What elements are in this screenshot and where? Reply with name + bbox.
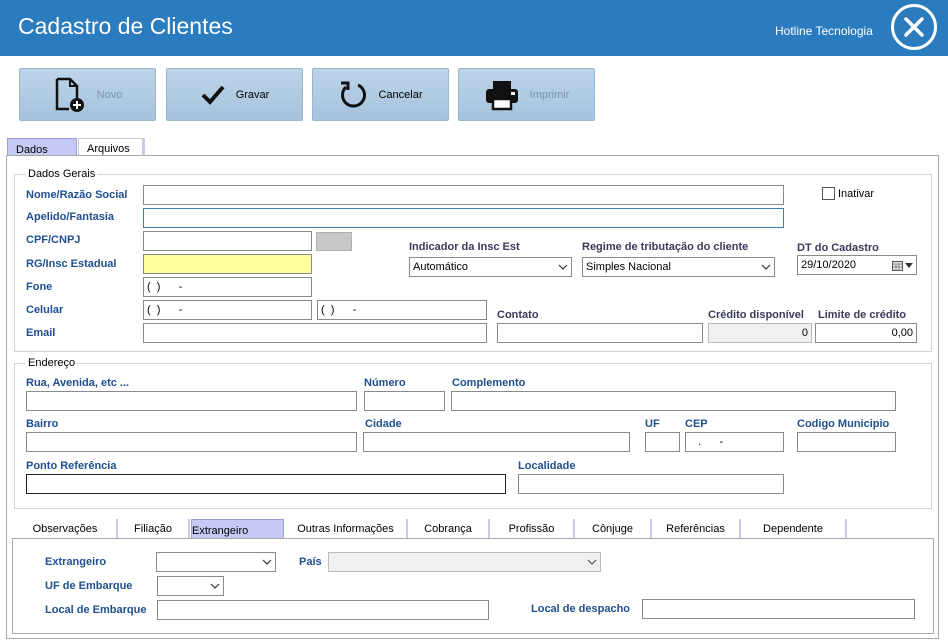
chevron-down-icon bbox=[210, 583, 220, 589]
indicador-label: Indicador da Insc Est bbox=[409, 241, 520, 253]
codmun-label: Codigo Municipio bbox=[797, 418, 890, 430]
referencia-input[interactable] bbox=[26, 474, 506, 494]
cep-label: CEP bbox=[685, 418, 708, 430]
new-document-icon bbox=[55, 77, 84, 112]
referencia-label: Ponto Referência bbox=[26, 460, 117, 472]
uf-embarque-select[interactable] bbox=[157, 576, 224, 596]
cpf-input[interactable] bbox=[143, 231, 312, 251]
tab-observacoes[interactable]: Observações bbox=[14, 519, 118, 538]
celular2-input[interactable]: ( ) - bbox=[317, 300, 487, 320]
limite-label: Limite de crédito bbox=[818, 309, 907, 321]
calendar-icon bbox=[892, 260, 903, 271]
local-embarque-input[interactable] bbox=[157, 600, 489, 620]
cidade-label: Cidade bbox=[365, 418, 402, 430]
regime-value: Simples Nacional bbox=[586, 261, 671, 273]
tab-conjuge[interactable]: Cônjuge bbox=[575, 519, 652, 538]
uf-embarque-label: UF de Embarque bbox=[45, 580, 133, 592]
regime-label: Regime de tributação do cliente bbox=[582, 241, 749, 253]
cancelar-label: Cancelar bbox=[378, 88, 423, 101]
indicador-value: Automático bbox=[413, 261, 469, 273]
dt-cadastro-picker[interactable]: 29/10/2020 bbox=[797, 255, 917, 275]
contato-label: Contato bbox=[497, 309, 539, 321]
imprimir-button[interactable]: Imprimir bbox=[458, 68, 595, 121]
chevron-down-icon bbox=[587, 559, 597, 565]
rg-label: RG/Insc Estadual bbox=[26, 258, 117, 270]
nome-label: Nome/Razão Social bbox=[26, 189, 128, 201]
nome-input[interactable] bbox=[143, 185, 784, 205]
printer-icon bbox=[485, 80, 518, 110]
pais-label: País bbox=[299, 556, 322, 568]
localidade-label: Localidade bbox=[518, 460, 576, 472]
credito-label: Crédito disponível bbox=[708, 309, 804, 321]
regime-select[interactable]: Simples Nacional bbox=[582, 257, 775, 277]
endereco-title: Endereço bbox=[26, 357, 78, 369]
bairro-input[interactable] bbox=[26, 432, 357, 452]
extrangeiro-label: Extrangeiro bbox=[45, 556, 107, 568]
extrangeiro-select[interactable] bbox=[156, 552, 276, 572]
rg-input[interactable] bbox=[143, 254, 312, 274]
complemento-input[interactable] bbox=[451, 391, 896, 411]
pais-select[interactable] bbox=[328, 552, 601, 572]
chevron-down-icon bbox=[761, 264, 771, 270]
numero-label: Número bbox=[364, 377, 406, 389]
dados-gerais-title: Dados Gerais bbox=[26, 168, 98, 180]
apelido-input[interactable] bbox=[143, 208, 784, 228]
tab-dependente[interactable]: Dependente bbox=[741, 519, 847, 538]
local-embarque-label: Local de Embarque bbox=[45, 604, 147, 616]
codmun-input[interactable] bbox=[797, 432, 896, 452]
chevron-down-icon bbox=[558, 264, 568, 270]
inativar-label: Inativar bbox=[838, 188, 875, 200]
localidade-input[interactable] bbox=[518, 474, 784, 494]
tab-cobranca[interactable]: Cobrança bbox=[408, 519, 490, 538]
cpf-search-button[interactable] bbox=[316, 232, 352, 251]
local-despacho-label: Local de despacho bbox=[531, 603, 631, 615]
uf-input[interactable] bbox=[645, 432, 680, 452]
bairro-label: Bairro bbox=[26, 418, 59, 430]
rua-input[interactable] bbox=[26, 391, 357, 411]
gravar-button[interactable]: Gravar bbox=[166, 68, 303, 121]
imprimir-label: Imprimir bbox=[529, 88, 570, 101]
undo-icon bbox=[341, 81, 367, 108]
complemento-label: Complemento bbox=[452, 377, 526, 389]
tab-profissao[interactable]: Profissão bbox=[490, 519, 575, 538]
contato-input[interactable] bbox=[497, 323, 703, 343]
dt-cadastro-value: 29/10/2020 bbox=[801, 259, 857, 271]
apelido-label: Apelido/Fantasia bbox=[26, 211, 115, 223]
chevron-down-icon bbox=[905, 262, 913, 268]
close-button[interactable] bbox=[891, 4, 937, 50]
dt-cadastro-label: DT do Cadastro bbox=[797, 242, 879, 254]
email-label: Email bbox=[26, 327, 56, 339]
fone-label: Fone bbox=[26, 281, 53, 293]
celular-input[interactable]: ( ) - bbox=[143, 300, 312, 320]
rua-label: Rua, Avenida, etc ... bbox=[26, 377, 130, 389]
cancelar-button[interactable]: Cancelar bbox=[312, 68, 449, 121]
limite-input[interactable]: 0,00 bbox=[815, 323, 917, 343]
novo-button[interactable]: Novo bbox=[19, 68, 156, 121]
numero-input[interactable] bbox=[364, 391, 445, 411]
fone-input[interactable]: ( ) - bbox=[143, 277, 312, 297]
tab-extrangeiro[interactable]: Extrangeiro bbox=[191, 519, 284, 538]
checkmark-icon bbox=[201, 85, 225, 105]
tab-outras-informacoes[interactable]: Outras Informações bbox=[285, 519, 408, 538]
tab-referencias[interactable]: Referências bbox=[652, 519, 741, 538]
inativar-checkbox[interactable] bbox=[822, 187, 835, 200]
cpf-label: CPF/CNPJ bbox=[26, 234, 81, 246]
cep-input[interactable]: . - bbox=[685, 432, 784, 452]
local-despacho-input[interactable] bbox=[642, 599, 915, 619]
email-input[interactable] bbox=[143, 323, 487, 343]
chevron-down-icon bbox=[262, 559, 272, 565]
gravar-label: Gravar bbox=[235, 88, 270, 101]
celular-label: Celular bbox=[26, 304, 64, 316]
window-title: Cadastro de Clientes bbox=[18, 13, 233, 39]
novo-label: Novo bbox=[96, 88, 123, 101]
close-icon bbox=[904, 17, 924, 37]
tab-arquivos[interactable]: Arquivos bbox=[78, 138, 145, 156]
company-name: Hotline Tecnologia bbox=[775, 24, 873, 38]
tab-dados[interactable]: Dados bbox=[7, 138, 77, 156]
tab-filiacao[interactable]: Filiação bbox=[118, 519, 190, 538]
cidade-input[interactable] bbox=[363, 432, 630, 452]
uf-label: UF bbox=[645, 418, 660, 430]
credito-input: 0 bbox=[708, 323, 812, 343]
indicador-select[interactable]: Automático bbox=[409, 257, 572, 277]
